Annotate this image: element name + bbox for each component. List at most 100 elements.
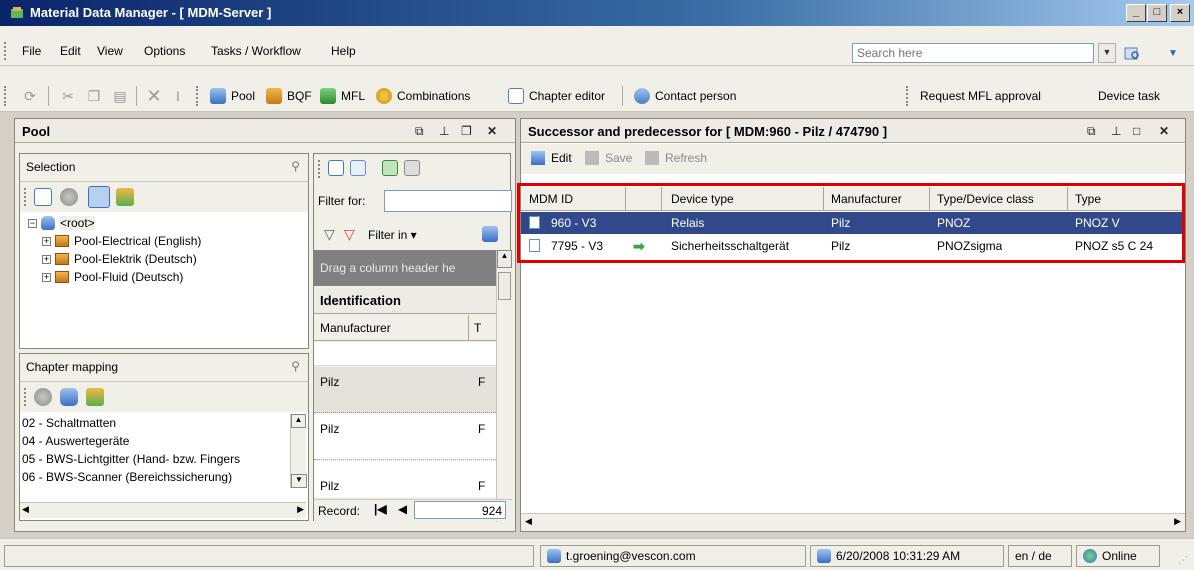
refresh-button[interactable]: Refresh bbox=[645, 151, 707, 165]
edit-button[interactable]: Edit bbox=[531, 151, 572, 165]
edit-icon[interactable] bbox=[34, 188, 52, 206]
combined-icon[interactable] bbox=[116, 188, 134, 206]
print-icon[interactable] bbox=[404, 160, 420, 176]
bqf-button[interactable]: BQF bbox=[266, 86, 312, 106]
float-icon[interactable]: ⧉ bbox=[1087, 124, 1096, 139]
scroll-up-icon[interactable]: ▲ bbox=[291, 414, 306, 428]
float-icon[interactable]: ⧉ bbox=[415, 124, 424, 139]
scroll-left-icon[interactable]: ◀ bbox=[22, 504, 29, 515]
expand-icon[interactable]: + bbox=[42, 236, 51, 246]
vertical-scrollbar[interactable]: ▲ ▼ bbox=[290, 414, 307, 488]
pin-icon[interactable]: ⊥ bbox=[439, 124, 449, 138]
tree-item[interactable]: + Pool-Elektrik (Deutsch) bbox=[42, 252, 197, 266]
refresh-icon[interactable]: ⟳ bbox=[22, 88, 38, 104]
table-row[interactable]: Pilz F bbox=[314, 414, 496, 460]
tree-item[interactable]: + Pool-Fluid (Deutsch) bbox=[42, 270, 183, 284]
cut-icon[interactable]: ✂ bbox=[60, 88, 76, 104]
filter-icon[interactable]: ▽ bbox=[324, 226, 335, 243]
edit-icon bbox=[531, 151, 545, 165]
close-panel-icon[interactable]: ✕ bbox=[1159, 124, 1169, 138]
chevron-down-icon[interactable]: ▼ bbox=[1168, 48, 1178, 59]
maximize-panel-icon[interactable]: □ bbox=[1133, 124, 1140, 138]
filter-for-input[interactable] bbox=[384, 190, 512, 212]
minimize-button[interactable]: _ bbox=[1126, 4, 1146, 22]
chapter-editor-button[interactable]: Chapter editor bbox=[508, 86, 605, 106]
menu-help[interactable]: Help bbox=[331, 44, 356, 58]
status-bar: t.groening@vescon.com 6/20/2008 10:31:29… bbox=[0, 538, 1194, 570]
tree-root[interactable]: − <root> bbox=[28, 216, 95, 230]
device-task-button[interactable]: Device task bbox=[1098, 86, 1160, 106]
table-row[interactable]: Pilz F bbox=[314, 461, 496, 497]
close-panel-icon[interactable]: ✕ bbox=[487, 124, 497, 138]
selection-header: Selection ⚲ bbox=[20, 154, 308, 182]
group-header: Identification bbox=[314, 288, 496, 314]
search-go-icon[interactable] bbox=[1124, 46, 1142, 62]
checklist-icon[interactable] bbox=[350, 160, 366, 176]
edit-icon[interactable] bbox=[328, 160, 344, 176]
menu-options[interactable]: Options bbox=[144, 44, 185, 58]
scroll-down-icon[interactable]: ▼ bbox=[291, 474, 307, 488]
menu-tasks-workflow[interactable]: Tasks / Workflow bbox=[211, 44, 301, 58]
maximize-button[interactable]: □ bbox=[1147, 4, 1167, 22]
delete-icon[interactable]: ✕ bbox=[146, 87, 162, 105]
record-number-field[interactable]: 924 bbox=[414, 501, 506, 519]
export-icon[interactable] bbox=[382, 160, 398, 176]
scroll-right-icon[interactable]: ▶ bbox=[1174, 516, 1181, 527]
list-item[interactable]: 02 - Schaltmatten bbox=[20, 414, 290, 432]
filter-in-dropdown[interactable]: Filter in ▾ bbox=[368, 228, 417, 242]
paste-icon[interactable]: ▤ bbox=[112, 88, 128, 104]
resize-grip-icon[interactable]: ⋰ bbox=[1178, 555, 1188, 566]
successor-panel: Successor and predecessor for [ MDM:960 … bbox=[517, 118, 1186, 532]
restore-icon[interactable]: ❐ bbox=[461, 124, 472, 138]
scroll-right-icon[interactable]: ▶ bbox=[297, 504, 304, 515]
search-dropdown-button[interactable]: ▼ bbox=[1098, 43, 1116, 63]
menu-view[interactable]: View bbox=[97, 44, 123, 58]
col-manufacturer[interactable]: Manufacturer bbox=[320, 321, 391, 335]
grid-pool-icon[interactable] bbox=[482, 226, 498, 242]
list-item[interactable]: 04 - Auswertegeräte bbox=[20, 432, 290, 450]
check-icon[interactable] bbox=[34, 388, 52, 406]
horizontal-scrollbar[interactable]: ◀ ▶ bbox=[20, 502, 306, 518]
menu-edit[interactable]: Edit bbox=[60, 44, 81, 58]
status-language[interactable]: en / de bbox=[1008, 545, 1072, 567]
contact-person-button[interactable]: Contact person bbox=[634, 86, 736, 106]
request-mfl-approval-button[interactable]: Request MFL approval bbox=[920, 86, 1041, 106]
record-label: Record: bbox=[318, 504, 361, 518]
pin-icon[interactable]: ⚲ bbox=[291, 159, 300, 173]
first-record-icon[interactable]: |◀ bbox=[374, 502, 387, 516]
list-item[interactable]: 06 - BWS-Scanner (Bereichssicherung) bbox=[20, 468, 290, 486]
scroll-up-icon[interactable]: ▲ bbox=[497, 250, 512, 268]
filter-row[interactable] bbox=[314, 342, 496, 366]
mfl-button[interactable]: MFL bbox=[320, 86, 365, 106]
pin-icon[interactable]: ⊥ bbox=[1111, 124, 1121, 138]
menu-file[interactable]: File bbox=[22, 44, 41, 58]
close-button[interactable]: × bbox=[1170, 4, 1190, 22]
copy-icon[interactable]: ❐ bbox=[86, 88, 102, 104]
collapse-icon[interactable]: − bbox=[28, 218, 37, 228]
pin-icon[interactable]: ⚲ bbox=[291, 359, 300, 373]
successor-toolbar: Edit Save Refresh bbox=[521, 144, 1185, 174]
group-by-area[interactable]: Drag a column header he bbox=[314, 250, 496, 286]
expand-icon[interactable]: + bbox=[42, 272, 51, 282]
table-row[interactable]: Pilz F bbox=[314, 367, 496, 413]
combinations-button[interactable]: Combinations bbox=[376, 86, 470, 106]
save-button[interactable]: Save bbox=[585, 151, 632, 165]
search-input[interactable] bbox=[852, 43, 1094, 63]
combined-icon[interactable] bbox=[86, 388, 104, 406]
grid-scrollbar[interactable]: ▲ bbox=[496, 250, 512, 522]
rename-icon[interactable]: I bbox=[170, 88, 186, 104]
scroll-left-icon[interactable]: ◀ bbox=[525, 516, 532, 527]
scroll-thumb[interactable] bbox=[498, 272, 511, 300]
database-icon[interactable] bbox=[60, 388, 78, 406]
tree-item[interactable]: + Pool-Electrical (English) bbox=[42, 234, 201, 248]
pool-button[interactable]: Pool bbox=[210, 86, 255, 106]
list-item[interactable]: 05 - BWS-Lichtgitter (Hand- bzw. Fingers bbox=[20, 450, 290, 468]
horizontal-scrollbar[interactable]: ◀ ▶ bbox=[521, 513, 1185, 531]
chapter-mapping-toolbar bbox=[20, 382, 308, 412]
clear-filter-icon[interactable]: ▽ bbox=[344, 226, 355, 243]
col-t[interactable]: T bbox=[474, 321, 481, 335]
prev-record-icon[interactable]: ◀ bbox=[398, 502, 407, 516]
check-icon[interactable] bbox=[60, 188, 78, 206]
pool-database-icon[interactable] bbox=[88, 186, 110, 208]
expand-icon[interactable]: + bbox=[42, 254, 51, 264]
